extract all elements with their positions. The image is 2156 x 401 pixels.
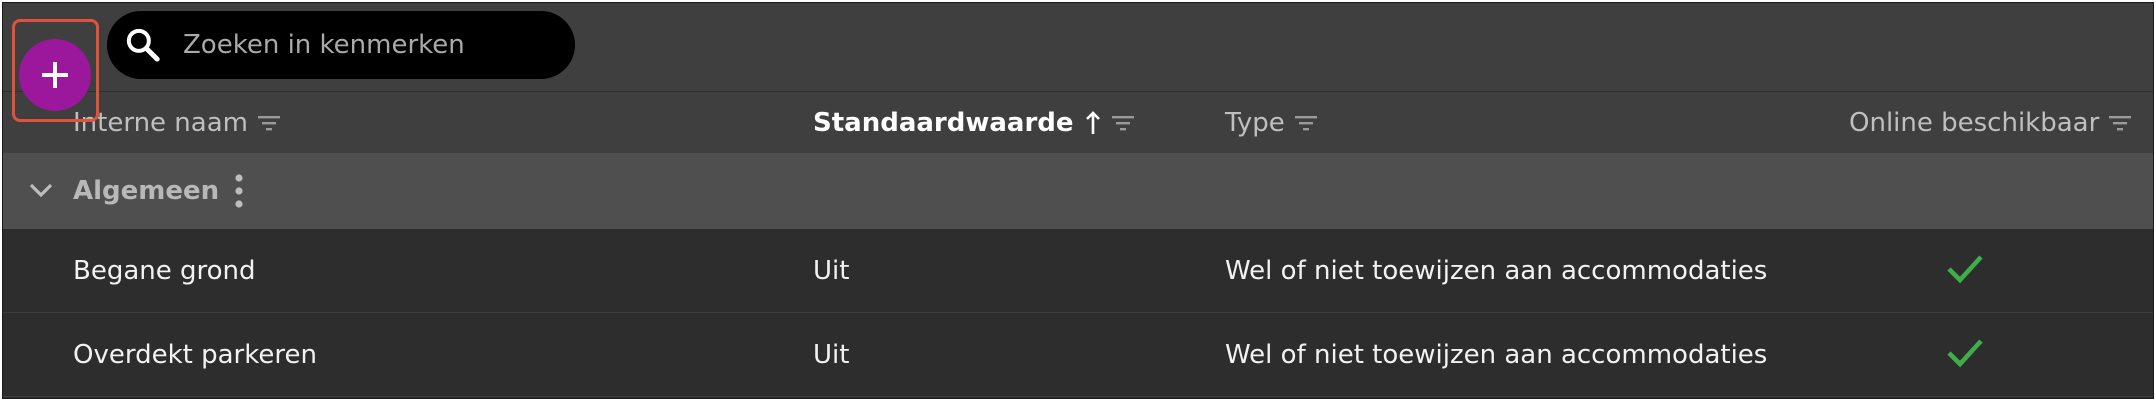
cell-type: Wel of niet toewijzen aan accommodaties — [1225, 340, 1768, 370]
column-label: Type — [1225, 108, 1285, 138]
group-label: Algemeen — [73, 176, 220, 206]
arrow-up-icon[interactable] — [1084, 110, 1102, 136]
check-icon — [1947, 255, 1983, 284]
column-header-interne-naam[interactable]: Interne naam — [73, 92, 280, 154]
check-icon — [1947, 339, 1983, 368]
filter-icon[interactable] — [1294, 115, 1317, 131]
column-label: Standaardwaarde — [813, 108, 1074, 138]
cell-type: Wel of niet toewijzen aan accommodaties — [1225, 256, 1768, 286]
cell-standaardwaarde: Uit — [813, 256, 850, 286]
filter-icon[interactable] — [257, 115, 280, 131]
more-vertical-icon[interactable] — [229, 173, 249, 209]
group-row-algemeen: Algemeen — [3, 153, 2153, 229]
table-row[interactable]: Begane grond Uit Wel of niet toewijzen a… — [3, 229, 2153, 313]
table-header: Interne naam Standaardwaarde Type Online… — [3, 91, 2153, 153]
column-header-online-beschikbaar[interactable]: Online beschikbaar — [1849, 92, 2132, 154]
column-header-standaardwaarde[interactable]: Standaardwaarde — [813, 92, 1134, 154]
filter-icon[interactable] — [1111, 115, 1134, 131]
chevron-down-icon[interactable] — [27, 179, 55, 201]
column-label: Interne naam — [73, 108, 248, 138]
search-bar[interactable] — [107, 11, 575, 79]
filter-icon[interactable] — [2109, 115, 2132, 131]
cell-interne-naam: Begane grond — [73, 256, 256, 286]
attributes-panel: Interne naam Standaardwaarde Type — [2, 2, 2154, 399]
cell-interne-naam: Overdekt parkeren — [73, 340, 317, 370]
search-icon — [126, 28, 160, 62]
plus-icon — [42, 62, 68, 88]
column-label: Online beschikbaar — [1849, 108, 2100, 138]
table-row[interactable]: Overdekt parkeren Uit Wel of niet toewij… — [3, 313, 2153, 397]
add-button[interactable] — [19, 39, 91, 111]
column-header-type[interactable]: Type — [1225, 92, 1317, 154]
search-input[interactable] — [181, 29, 545, 61]
toolbar — [3, 3, 2153, 91]
cell-standaardwaarde: Uit — [813, 340, 850, 370]
